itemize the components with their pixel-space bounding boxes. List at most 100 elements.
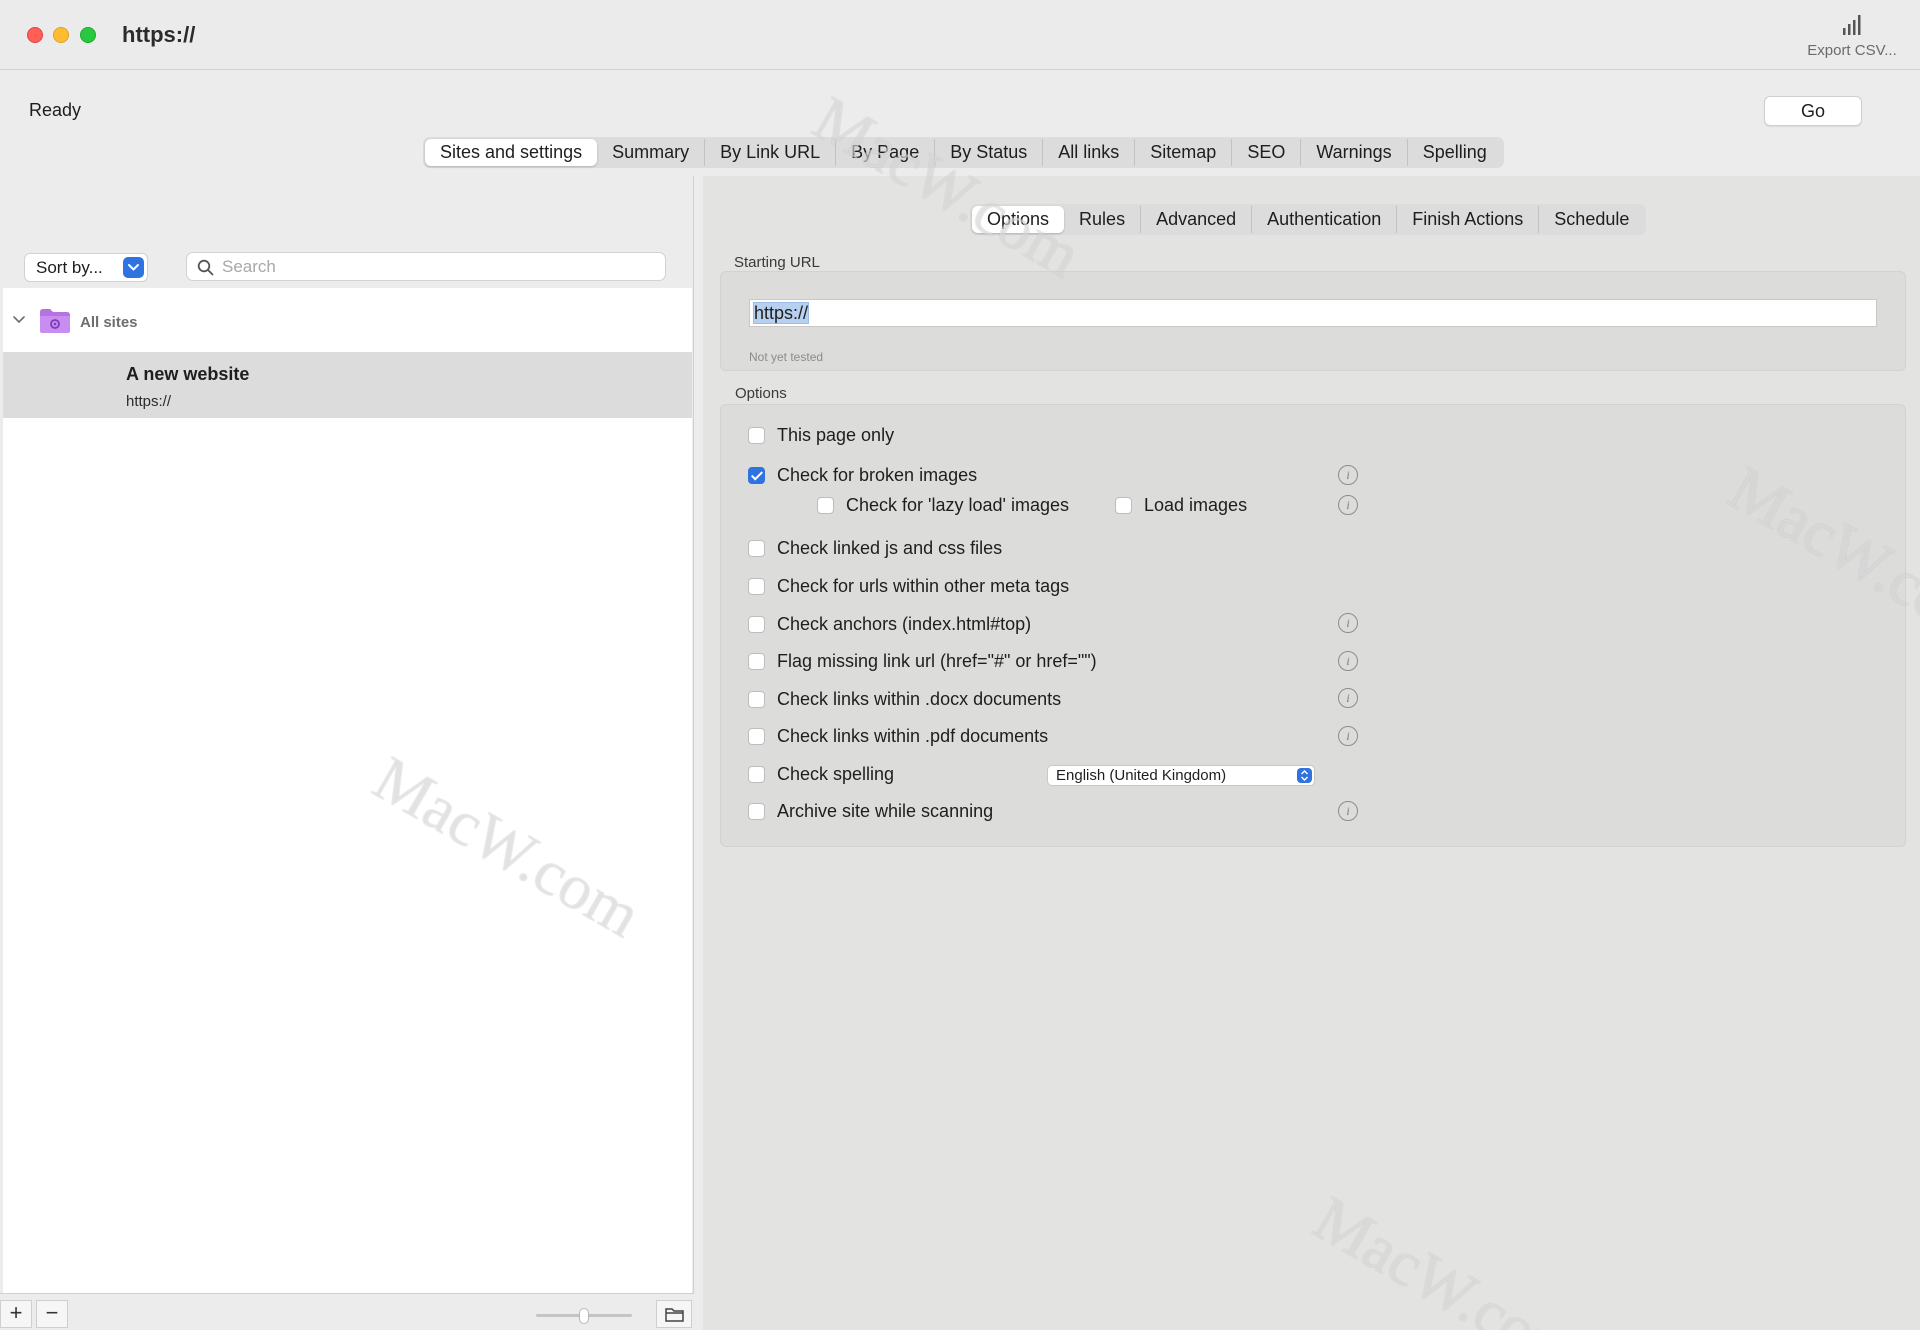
starting-url-box: https:// Not yet tested — [720, 271, 1906, 371]
tab-options[interactable]: Options — [972, 206, 1065, 233]
option-check-docx-links[interactable]: Check links within .docx documents — [748, 689, 1061, 710]
sort-by-popup[interactable]: Sort by... — [24, 253, 148, 282]
bar-chart-icon — [1843, 15, 1861, 35]
tab-finish-actions[interactable]: Finish Actions — [1396, 206, 1538, 233]
tab-by-status[interactable]: By Status — [934, 139, 1042, 166]
settings-pane: Starting URL https:// Not yet tested Opt… — [703, 176, 1920, 1330]
tab-authentication[interactable]: Authentication — [1251, 206, 1396, 233]
option-check-broken-images[interactable]: Check for broken images — [748, 465, 977, 486]
zoom-window-button[interactable] — [80, 27, 96, 43]
stepper-arrows-icon — [1297, 768, 1312, 783]
option-label: Check for urls within other meta tags — [777, 576, 1070, 596]
site-list-item[interactable]: A new website https:// — [3, 352, 692, 418]
option-label: Check for broken images — [777, 465, 978, 485]
search-field[interactable] — [186, 252, 666, 281]
all-sites-group[interactable]: All sites — [3, 288, 692, 352]
search-input[interactable] — [222, 256, 652, 278]
export-csv-button[interactable]: Export CSV... — [1804, 14, 1900, 59]
export-csv-label: Export CSV... — [1807, 42, 1897, 59]
option-flag-missing-link-url[interactable]: Flag missing link url (href="#" or href=… — [748, 651, 1097, 672]
all-sites-label: All sites — [80, 314, 138, 331]
checkbox[interactable] — [748, 616, 765, 633]
checkbox[interactable] — [748, 653, 765, 670]
open-folder-button[interactable] — [656, 1300, 692, 1328]
smart-folder-icon — [40, 309, 70, 333]
disclosure-chevron-icon[interactable] — [12, 314, 26, 326]
starting-url-input[interactable]: https:// — [749, 299, 1877, 327]
info-icon[interactable]: i — [1338, 688, 1358, 708]
tab-by-link-url[interactable]: By Link URL — [704, 139, 835, 166]
option-label: Check links within .pdf documents — [777, 726, 1049, 746]
checkbox[interactable] — [748, 728, 765, 745]
tab-advanced[interactable]: Advanced — [1140, 206, 1251, 233]
tab-spelling[interactable]: Spelling — [1406, 139, 1502, 166]
folder-icon — [665, 1308, 684, 1322]
checkbox[interactable] — [748, 540, 765, 557]
checkbox[interactable] — [748, 766, 765, 783]
option-check-meta-tags[interactable]: Check for urls within other meta tags — [748, 576, 1069, 597]
search-icon — [197, 259, 214, 276]
info-icon[interactable]: i — [1338, 465, 1358, 485]
option-label: Check linked js and css files — [777, 538, 1003, 558]
option-archive-site[interactable]: Archive site while scanning — [748, 801, 993, 822]
option-load-images[interactable]: Load images — [1115, 495, 1247, 516]
info-icon[interactable]: i — [1338, 613, 1358, 633]
window-title: https:// — [122, 22, 196, 47]
tab-all-links[interactable]: All links — [1042, 139, 1134, 166]
sites-sidebar: Sort by... All sites A new website https… — [0, 176, 694, 1330]
row-size-slider[interactable] — [536, 1308, 632, 1324]
info-icon[interactable]: i — [1338, 726, 1358, 746]
tab-rules[interactable]: Rules — [1064, 206, 1140, 233]
go-button[interactable]: Go — [1764, 96, 1862, 126]
option-label: Check anchors (index.html#top) — [777, 614, 1032, 634]
starting-url-value: https:// — [753, 302, 810, 324]
minimize-window-button[interactable] — [53, 27, 69, 43]
info-icon[interactable]: i — [1338, 495, 1358, 515]
option-label: Check spelling — [777, 764, 895, 784]
site-name: A new website — [126, 364, 250, 384]
close-window-button[interactable] — [27, 27, 43, 43]
options-label: Options — [735, 385, 787, 402]
checkbox[interactable] — [748, 578, 765, 595]
checkbox-checked[interactable] — [748, 467, 765, 484]
checkbox[interactable] — [817, 497, 834, 514]
checkbox[interactable] — [1115, 497, 1132, 514]
checkbox[interactable] — [748, 691, 765, 708]
status-text: Ready — [29, 100, 82, 120]
tab-schedule[interactable]: Schedule — [1538, 206, 1644, 233]
option-label: Load images — [1144, 495, 1248, 515]
info-icon[interactable]: i — [1338, 651, 1358, 671]
sites-list: All sites A new website https:// — [3, 288, 692, 1293]
option-label: Archive site while scanning — [777, 801, 994, 821]
chevron-down-icon — [123, 257, 144, 278]
tab-summary[interactable]: Summary — [597, 139, 704, 166]
option-label: Check for 'lazy load' images — [846, 495, 1069, 515]
checkbox[interactable] — [748, 803, 765, 820]
site-url: https:// — [126, 393, 172, 410]
starting-url-label: Starting URL — [734, 254, 820, 271]
option-check-js-css[interactable]: Check linked js and css files — [748, 538, 1002, 559]
tab-warnings[interactable]: Warnings — [1300, 139, 1406, 166]
sort-by-label: Sort by... — [36, 258, 103, 277]
spelling-language-select[interactable]: English (United Kingdom) — [1047, 765, 1315, 786]
option-label: This page only — [777, 425, 895, 445]
add-site-button[interactable]: + — [0, 1300, 32, 1328]
tab-sitemap[interactable]: Sitemap — [1134, 139, 1231, 166]
checkbox[interactable] — [748, 427, 765, 444]
option-check-anchors[interactable]: Check anchors (index.html#top) — [748, 614, 1031, 635]
option-label: Check links within .docx documents — [777, 689, 1062, 709]
option-this-page-only[interactable]: This page only — [748, 425, 894, 446]
main-tab-bar: Sites and settings Summary By Link URL B… — [423, 137, 1504, 168]
remove-site-button[interactable]: − — [36, 1300, 68, 1328]
option-check-spelling[interactable]: Check spelling — [748, 764, 894, 785]
spelling-language-value: English (United Kingdom) — [1056, 767, 1227, 784]
option-check-lazy-load-images[interactable]: Check for 'lazy load' images — [817, 495, 1069, 516]
option-check-pdf-links[interactable]: Check links within .pdf documents — [748, 726, 1048, 747]
option-label: Flag missing link url (href="#" or href=… — [777, 651, 1097, 671]
url-status-text: Not yet tested — [749, 350, 824, 364]
slider-knob[interactable] — [579, 1308, 589, 1324]
tab-sites-and-settings[interactable]: Sites and settings — [425, 139, 598, 166]
tab-seo[interactable]: SEO — [1231, 139, 1300, 166]
tab-by-page[interactable]: By Page — [835, 139, 934, 166]
info-icon[interactable]: i — [1338, 801, 1358, 821]
